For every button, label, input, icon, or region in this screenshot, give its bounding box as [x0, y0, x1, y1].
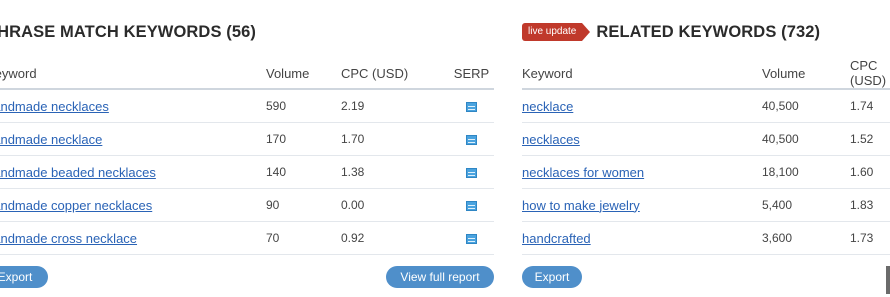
cpc-cell: 1.73: [850, 221, 890, 255]
table-row: handmade beaded necklaces 140 1.38: [0, 155, 494, 189]
cpc-cell: 1.52: [850, 122, 890, 156]
volume-cell: 590: [266, 89, 341, 123]
keyword-link[interactable]: handmade cross necklace: [0, 231, 137, 246]
phrase-match-header: PHRASE MATCH KEYWORDS (56): [0, 19, 256, 45]
serp-icon[interactable]: [466, 167, 477, 178]
column-volume[interactable]: Volume: [762, 58, 850, 89]
phrase-match-table: Keyword Volume CPC (USD) SERP handmade n…: [0, 58, 494, 255]
volume-cell: 40,500: [762, 89, 850, 123]
serp-icon[interactable]: [466, 200, 477, 211]
table-row: handcrafted 3,600 1.73: [522, 221, 890, 255]
keyword-link[interactable]: necklaces for women: [522, 165, 644, 180]
view-full-report-button[interactable]: View full report: [386, 266, 494, 288]
related-keywords-panel: live update RELATED KEYWORDS (732) Keywo…: [522, 0, 890, 297]
keyword-link[interactable]: handmade necklaces: [0, 99, 109, 114]
volume-cell: 170: [266, 122, 341, 156]
table-row: handmade necklace 170 1.70: [0, 122, 494, 156]
phrase-match-panel: PHRASE MATCH KEYWORDS (56) Keyword Volum…: [0, 0, 500, 297]
keyword-link[interactable]: necklace: [522, 99, 573, 114]
scrollbar-handle[interactable]: [886, 266, 890, 294]
cpc-cell: 0.00: [341, 188, 449, 222]
cpc-cell: 1.60: [850, 155, 890, 189]
table-row: necklaces for women 18,100 1.60: [522, 155, 890, 189]
table-row: handmade necklaces 590 2.19: [0, 89, 494, 123]
serp-icon[interactable]: [466, 101, 477, 112]
column-keyword[interactable]: Keyword: [0, 58, 266, 89]
column-keyword[interactable]: Keyword: [522, 58, 762, 89]
table-header-row: Keyword Volume CPC (USD): [522, 58, 890, 89]
table-row: handmade cross necklace 70 0.92: [0, 221, 494, 255]
keyword-link[interactable]: handmade beaded necklaces: [0, 165, 156, 180]
cpc-cell: 2.19: [341, 89, 449, 123]
column-serp: SERP: [453, 65, 490, 81]
live-update-badge: live update: [522, 23, 591, 41]
keyword-link[interactable]: handmade copper necklaces: [0, 198, 152, 213]
volume-cell: 140: [266, 155, 341, 189]
column-cpc[interactable]: CPC (USD): [850, 58, 890, 89]
volume-cell: 5,400: [762, 188, 850, 222]
table-row: necklace 40,500 1.74: [522, 89, 890, 123]
column-volume[interactable]: Volume: [266, 58, 341, 89]
table-row: handmade copper necklaces 90 0.00: [0, 188, 494, 222]
related-keywords-header: live update RELATED KEYWORDS (732): [522, 19, 820, 45]
export-button[interactable]: Export: [0, 266, 48, 288]
cpc-cell: 1.70: [341, 122, 449, 156]
cpc-cell: 1.83: [850, 188, 890, 222]
serp-icon[interactable]: [466, 134, 477, 145]
cpc-cell: 0.92: [341, 221, 449, 255]
column-cpc[interactable]: CPC (USD): [341, 58, 449, 89]
cpc-cell: 1.38: [341, 155, 449, 189]
phrase-match-title: PHRASE MATCH KEYWORDS (56): [0, 22, 256, 41]
volume-cell: 3,600: [762, 221, 850, 255]
volume-cell: 18,100: [762, 155, 850, 189]
keyword-link[interactable]: how to make jewelry: [522, 198, 640, 213]
cpc-cell: 1.74: [850, 89, 890, 123]
volume-cell: 70: [266, 221, 341, 255]
table-row: how to make jewelry 5,400 1.83: [522, 188, 890, 222]
table-row: necklaces 40,500 1.52: [522, 122, 890, 156]
export-button[interactable]: Export: [522, 266, 582, 288]
keyword-link[interactable]: handcrafted: [522, 231, 591, 246]
related-keywords-title: RELATED KEYWORDS (732): [596, 22, 821, 41]
table-header-row: Keyword Volume CPC (USD) SERP: [0, 58, 494, 89]
volume-cell: 90: [266, 188, 341, 222]
volume-cell: 40,500: [762, 122, 850, 156]
related-keywords-table: Keyword Volume CPC (USD) necklace 40,500…: [522, 58, 890, 255]
keyword-link[interactable]: necklaces: [522, 132, 580, 147]
keyword-link[interactable]: handmade necklace: [0, 132, 102, 147]
serp-icon[interactable]: [466, 233, 477, 244]
